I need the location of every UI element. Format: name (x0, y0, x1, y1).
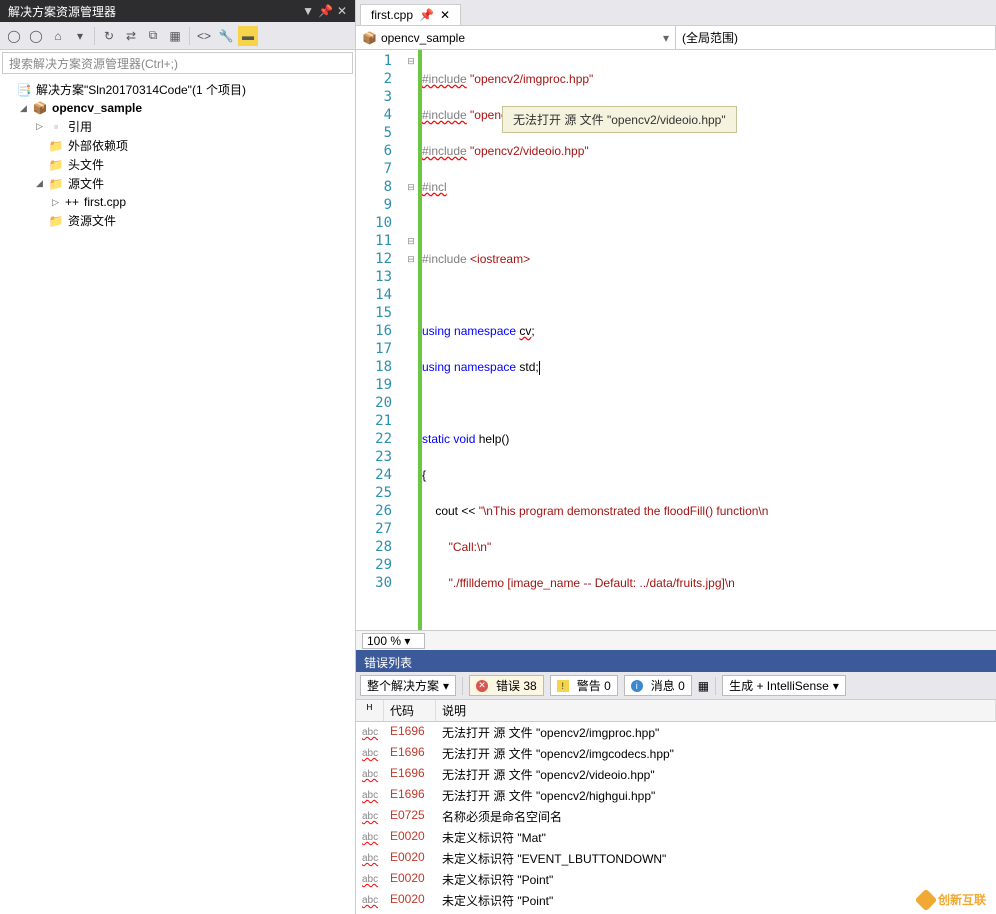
project-node[interactable]: ◢📦opencv_sample (0, 99, 355, 117)
error-row[interactable]: abcE0725名称必须是命名空间名 (356, 806, 996, 827)
solution-icon: 📑 (16, 82, 32, 98)
nav-bar: 📦 opencv_sample ▾ (全局范围) (356, 26, 996, 50)
folder-icon: 📁 (48, 213, 64, 229)
pin-icon[interactable]: 📌 (318, 4, 333, 18)
error-row[interactable]: abcE0020未定义标识符 "Mat" (356, 827, 996, 848)
cpp-file-icon: ++ (64, 194, 80, 210)
error-row[interactable]: abcE0020未定义标识符 "EVENT_LBUTTONDOWN" (356, 848, 996, 869)
col-code[interactable]: 代码 (384, 700, 436, 721)
chevron-down-icon[interactable]: ▾ (70, 26, 90, 46)
project-icon: 📦 (32, 100, 48, 116)
zoom-combo[interactable]: 100 % ▾ (362, 633, 425, 649)
code-content: #include "opencv2/imgproc.hpp" #include … (422, 50, 996, 630)
tab-first-cpp[interactable]: first.cpp 📌 ✕ (360, 4, 461, 25)
sync-icon[interactable]: ⇄ (121, 26, 141, 46)
dropdown-icon[interactable]: ▼ (302, 4, 314, 18)
panel-title: 解决方案资源管理器 (8, 3, 298, 20)
search-input[interactable]: 搜索解决方案资源管理器(Ctrl+;) (2, 52, 353, 74)
error-row[interactable]: abcE0020未定义标识符 "Point" (356, 869, 996, 890)
back-icon[interactable]: ◯ (4, 26, 24, 46)
project-icon: 📦 (362, 31, 377, 45)
folder-icon: 📁 (48, 138, 64, 154)
source-files-node[interactable]: ◢📁源文件 (0, 174, 355, 193)
error-tooltip: 无法打开 源 文件 "opencv2/videoio.hpp" (502, 106, 737, 133)
errors-filter[interactable]: ✕错误 38 (469, 675, 544, 696)
tab-label: first.cpp (371, 8, 413, 22)
solution-toolbar: ◯ ◯ ⌂ ▾ ↻ ⇄ ⧉ ▦ <> 🔧 ▬ (0, 22, 355, 50)
external-deps-node[interactable]: 📁外部依赖项 (0, 136, 355, 155)
close-icon[interactable]: ✕ (337, 4, 347, 18)
highlight-icon[interactable]: ▬ (238, 26, 258, 46)
references-node[interactable]: ▷▫️引用 (0, 117, 355, 136)
scope-combo[interactable]: 整个解决方案 ▾ (360, 675, 456, 696)
error-row[interactable]: abcE1696无法打开 源 文件 "opencv2/videoio.hpp" (356, 764, 996, 785)
line-number-gutter: 1234567891011121314151617181920212223242… (356, 50, 404, 630)
pin-icon[interactable]: 📌 (419, 8, 434, 22)
error-row[interactable]: abcE1696无法打开 源 文件 "opencv2/imgcodecs.hpp… (356, 743, 996, 764)
error-columns-header: ᴴ 代码 说明 (356, 700, 996, 722)
close-icon[interactable]: ✕ (440, 8, 450, 22)
copy-icon[interactable]: ⧉ (143, 26, 163, 46)
zoom-bar: 100 % ▾ (356, 630, 996, 650)
solution-explorer-titlebar: 解决方案资源管理器 ▼ 📌 ✕ (0, 0, 355, 22)
messages-filter[interactable]: i消息 0 (624, 675, 692, 696)
refresh-icon[interactable]: ↻ (99, 26, 119, 46)
forward-icon[interactable]: ◯ (26, 26, 46, 46)
nav-scope-label: opencv_sample (381, 31, 465, 45)
solution-explorer-panel: 解决方案资源管理器 ▼ 📌 ✕ ◯ ◯ ⌂ ▾ ↻ ⇄ ⧉ ▦ <> 🔧 ▬ 搜… (0, 0, 356, 914)
code-editor[interactable]: 1234567891011121314151617181920212223242… (356, 50, 996, 630)
wrench-icon[interactable]: 🔧 (216, 26, 236, 46)
nav-function-label: (全局范围) (682, 29, 738, 46)
solution-node[interactable]: 📑解决方案"Sln20170314Code"(1 个项目) (0, 80, 355, 99)
code-icon[interactable]: <> (194, 26, 214, 46)
resource-files-node[interactable]: 📁资源文件 (0, 211, 355, 230)
warnings-filter[interactable]: !警告 0 (550, 675, 618, 696)
header-files-node[interactable]: 📁头文件 (0, 155, 355, 174)
col-icon[interactable]: ᴴ (356, 700, 384, 721)
error-row[interactable]: abcE1696无法打开 源 文件 "opencv2/imgproc.hpp" (356, 722, 996, 743)
editor-tab-bar: first.cpp 📌 ✕ (356, 0, 996, 26)
filter-icon[interactable]: ▦ (698, 679, 709, 693)
error-rows: abcE1696无法打开 源 文件 "opencv2/imgproc.hpp"a… (356, 722, 996, 914)
solution-tree: 📑解决方案"Sln20170314Code"(1 个项目) ◢📦opencv_s… (0, 76, 355, 914)
error-list-toolbar: 整个解决方案 ▾ ✕错误 38 !警告 0 i消息 0 ▦ 生成 + Intel… (356, 672, 996, 700)
chevron-down-icon: ▾ (663, 31, 669, 45)
fold-column: ⊟⊟⊟⊟ (404, 50, 418, 630)
home-icon[interactable]: ⌂ (48, 26, 68, 46)
error-list-title: 错误列表 (356, 652, 996, 672)
col-description[interactable]: 说明 (436, 700, 996, 721)
search-placeholder: 搜索解决方案资源管理器(Ctrl+;) (9, 55, 178, 72)
folder-icon: 📁 (48, 157, 64, 173)
watermark: 创新互联 (918, 891, 986, 908)
nav-function-combo[interactable]: (全局范围) (676, 26, 996, 49)
error-row[interactable]: abcE0020未定义标识符 "Point" (356, 890, 996, 911)
nav-scope-combo[interactable]: 📦 opencv_sample ▾ (356, 26, 676, 49)
build-combo[interactable]: 生成 + IntelliSense ▾ (722, 675, 846, 696)
first-cpp-node[interactable]: ▷++first.cpp (0, 193, 355, 211)
show-all-icon[interactable]: ▦ (165, 26, 185, 46)
editor-area: first.cpp 📌 ✕ 📦 opencv_sample ▾ (全局范围) 123… (356, 0, 996, 914)
folder-icon: 📁 (48, 176, 64, 192)
error-list-panel: 错误列表 整个解决方案 ▾ ✕错误 38 !警告 0 i消息 0 ▦ 生成 + … (356, 650, 996, 914)
error-row[interactable]: abcE1696无法打开 源 文件 "opencv2/highgui.hpp" (356, 785, 996, 806)
references-icon: ▫️ (48, 119, 64, 135)
